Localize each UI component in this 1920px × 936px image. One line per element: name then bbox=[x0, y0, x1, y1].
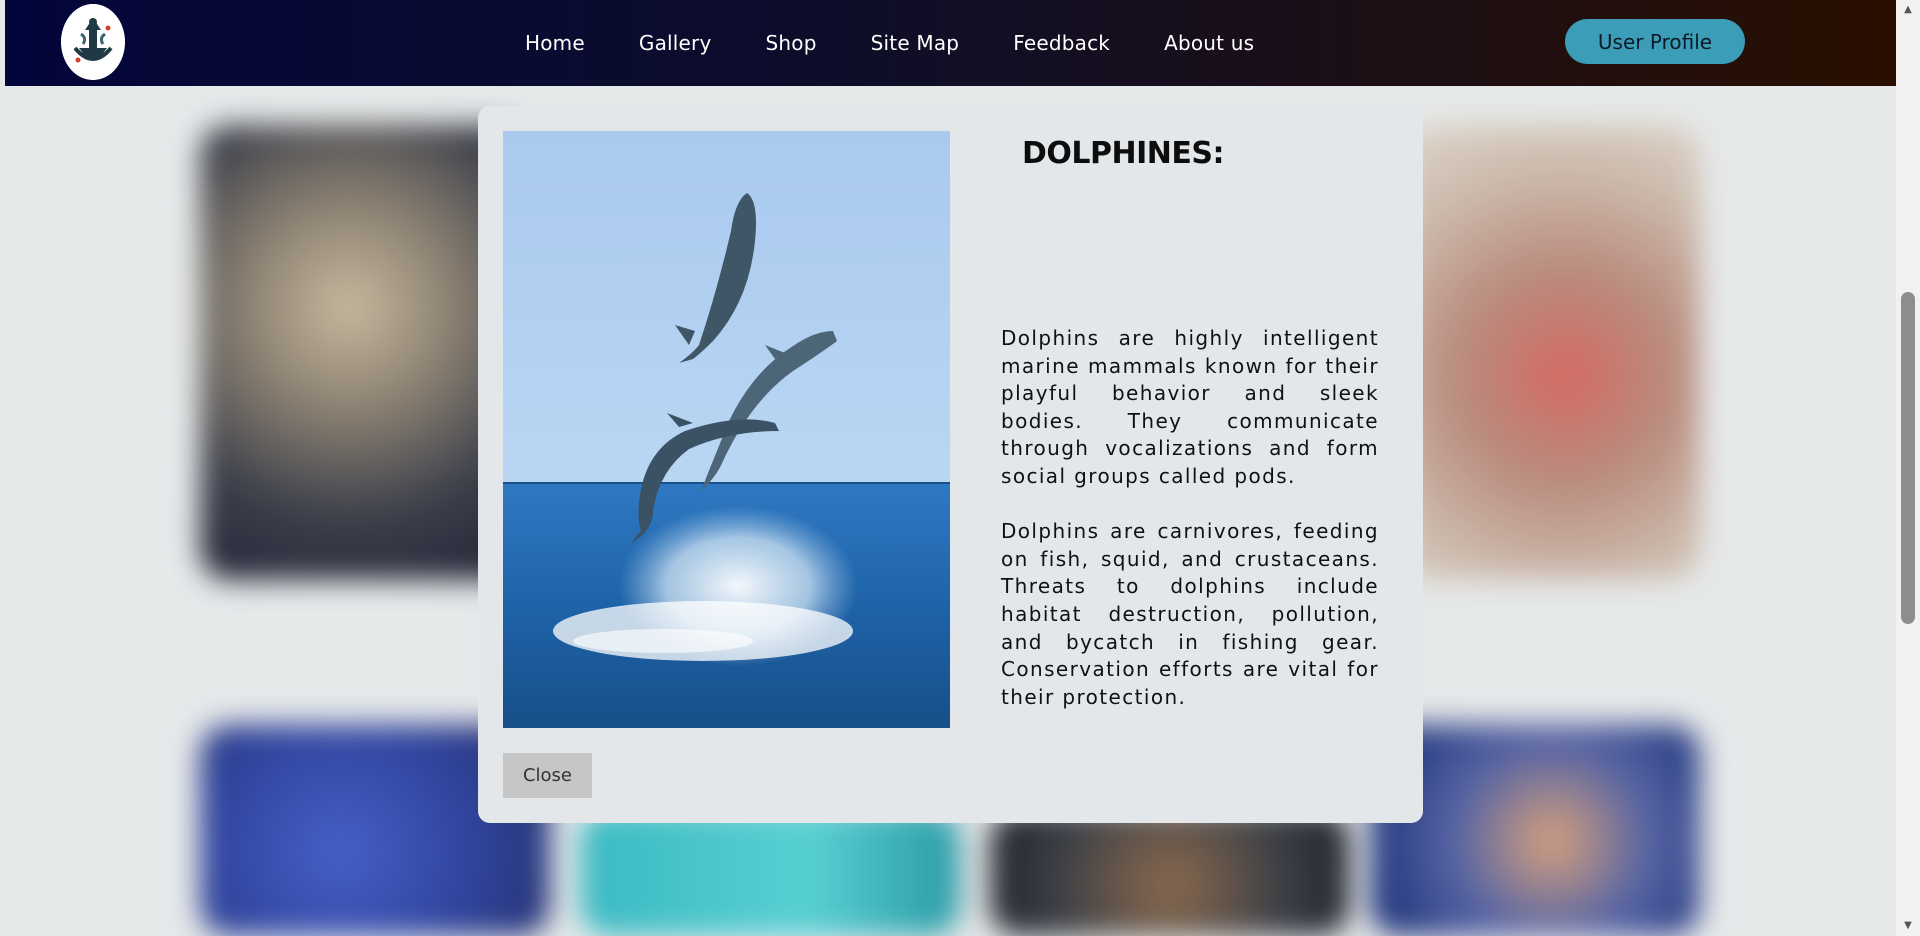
gallery-card[interactable] bbox=[1400, 125, 1700, 580]
modal-title: DOLPHINES: bbox=[1022, 136, 1224, 171]
gallery-card[interactable] bbox=[580, 810, 960, 936]
nav-shop-link[interactable]: Shop bbox=[766, 31, 817, 55]
user-profile-button[interactable]: User Profile bbox=[1565, 19, 1745, 64]
page-scrollbar[interactable]: ▲ ▼ bbox=[1896, 0, 1920, 936]
dolphins-photo bbox=[503, 131, 950, 728]
top-navbar: Home Gallery Shop Site Map Feedback Abou… bbox=[5, 0, 1896, 86]
nav-site-map-link[interactable]: Site Map bbox=[871, 31, 960, 55]
description-paragraph: Dolphins are carnivores, feeding on fish… bbox=[1001, 519, 1379, 709]
nav-about-us-link[interactable]: About us bbox=[1164, 31, 1254, 55]
nav-gallery-link[interactable]: Gallery bbox=[639, 31, 712, 55]
scrollbar-thumb[interactable] bbox=[1901, 292, 1915, 624]
close-button[interactable]: Close bbox=[503, 753, 592, 798]
gallery-card[interactable] bbox=[990, 810, 1350, 936]
modal-description: Dolphins are highly intelligent marine m… bbox=[1001, 325, 1379, 711]
scroll-down-arrow-icon[interactable]: ▼ bbox=[1896, 916, 1920, 936]
scroll-up-arrow-icon[interactable]: ▲ bbox=[1896, 0, 1920, 20]
nav-feedback-link[interactable]: Feedback bbox=[1013, 31, 1110, 55]
main-nav: Home Gallery Shop Site Map Feedback Abou… bbox=[525, 0, 1308, 86]
nav-home-link[interactable]: Home bbox=[525, 31, 585, 55]
description-paragraph: Dolphins are highly intelligent marine m… bbox=[1001, 326, 1379, 488]
dolphin-info-modal: DOLPHINES: Dolphins are highly intellige… bbox=[478, 106, 1423, 823]
anchor-logo-icon[interactable] bbox=[61, 4, 125, 80]
